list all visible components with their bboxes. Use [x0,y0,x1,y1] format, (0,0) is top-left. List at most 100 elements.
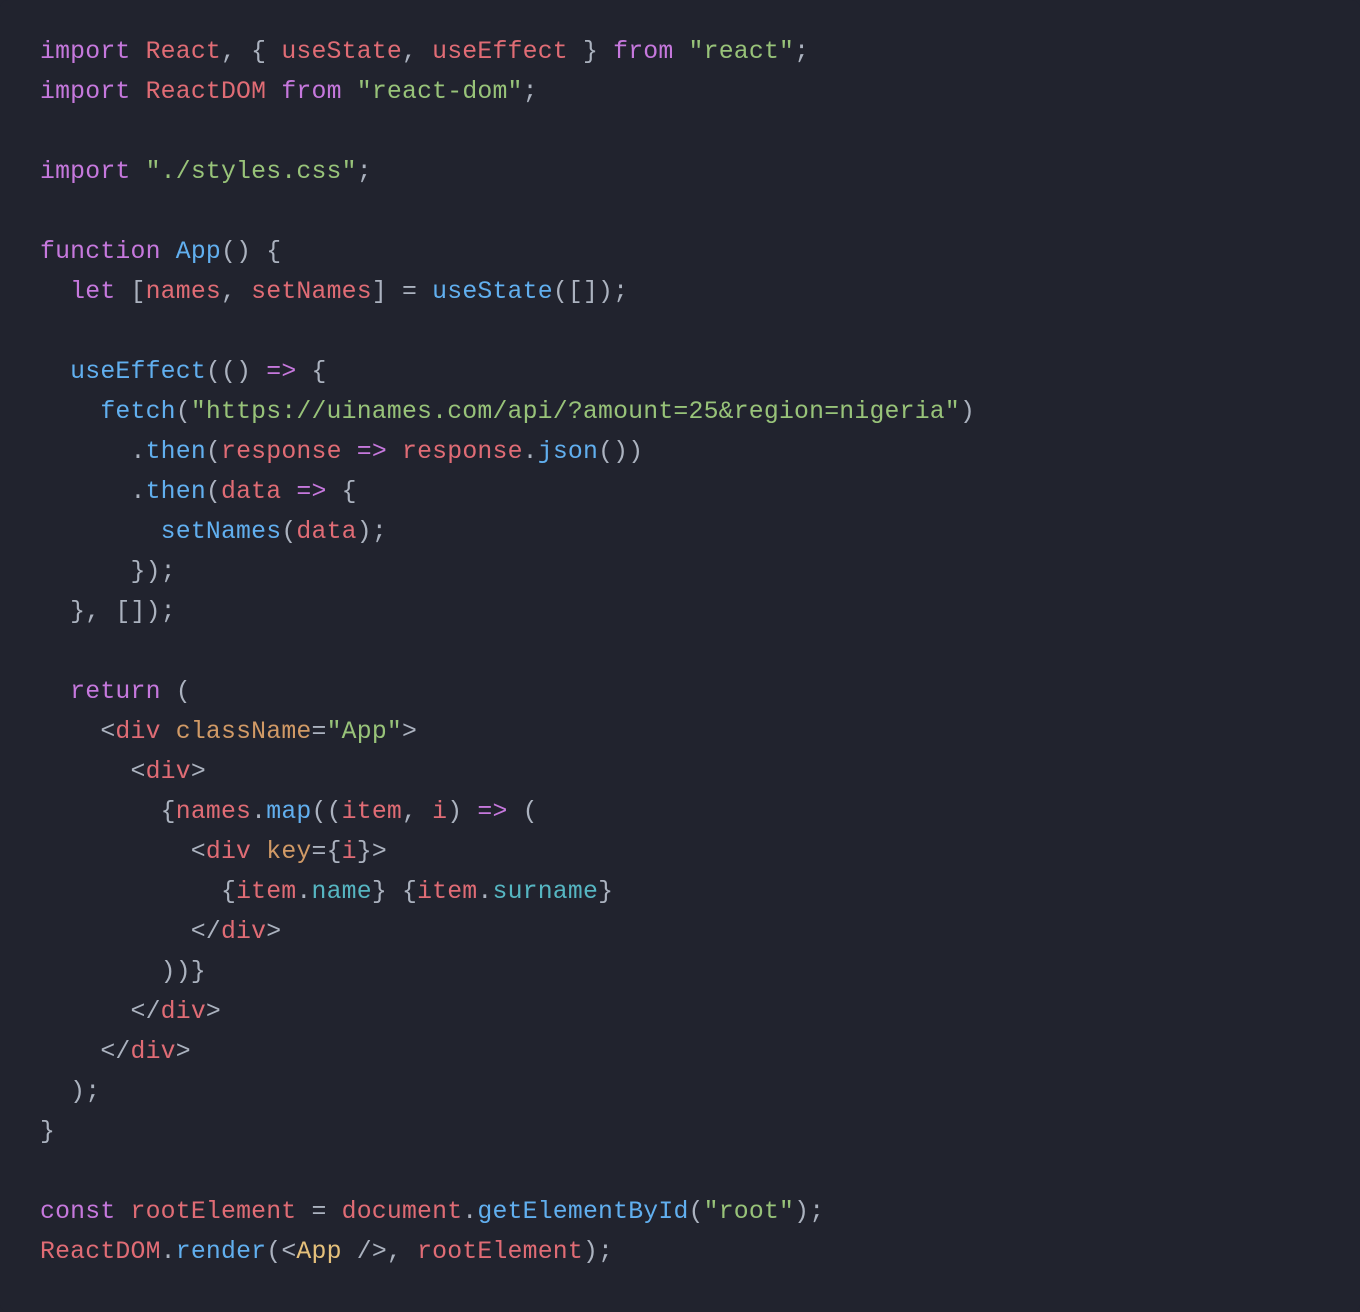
text: = [296,1198,341,1226]
jsx-tag: div [161,998,206,1026]
keyword: import [40,38,130,66]
text: > [266,918,281,946]
identifier: names [176,798,251,826]
text [40,678,70,706]
string: "react" [689,38,795,66]
text: { [327,478,357,506]
text: ( [161,678,191,706]
text: . [40,438,146,466]
code-line: useEffect(() => { [40,352,1320,392]
text: }, []); [40,598,176,626]
identifier: useState [281,38,402,66]
text: . [251,798,266,826]
text: ( [176,398,191,426]
text [281,478,296,506]
code-line: <div className="App"> [40,712,1320,752]
text: > [206,998,221,1026]
text: ()) [598,438,643,466]
jsx-attr: key [266,838,311,866]
text: ) [960,398,975,426]
identifier: i [342,838,357,866]
arrow: => [357,438,387,466]
identifier: rootElement [131,1198,297,1226]
keyword: return [70,678,160,706]
text: , [402,38,432,66]
code-line: .then(response => response.json()) [40,432,1320,472]
text [130,158,145,186]
text [161,238,176,266]
text: . [161,1238,176,1266]
code-line: function App() { [40,232,1320,272]
code-line: import "./styles.css"; [40,152,1320,192]
text: ( [206,478,221,506]
text: { [296,358,326,386]
code-line: const rootElement = document.getElementB… [40,1192,1320,1232]
text: ); [794,1198,824,1226]
text [673,38,688,66]
code-line: }); [40,552,1320,592]
keyword: import [40,158,130,186]
code-block: import React, { useState, useEffect } fr… [0,0,1360,1312]
text: } [40,1118,55,1146]
text: > [191,758,206,786]
text [161,718,176,746]
text: { [40,878,236,906]
text: [ [115,278,145,306]
text [130,78,145,106]
text: ( [206,438,221,466]
text: (( [311,798,341,826]
text: < [40,718,115,746]
text: }> [357,838,387,866]
function-name: then [146,478,206,506]
code-line: .then(data => { [40,472,1320,512]
text: < [40,838,206,866]
text [130,38,145,66]
text: . [523,438,538,466]
function-name: fetch [100,398,175,426]
function-name: then [146,438,206,466]
text [40,398,100,426]
text: ); [583,1238,613,1266]
code-line: </div> [40,912,1320,952]
text: } [568,38,613,66]
code-line [40,1152,1320,1192]
text: . [40,478,146,506]
code-line: ); [40,1072,1320,1112]
code-line: </div> [40,992,1320,1032]
text: (< [266,1238,296,1266]
text: , [221,278,251,306]
function-name: json [538,438,598,466]
text [40,518,161,546]
text: < [40,758,146,786]
code-line: fetch("https://uinames.com/api/?amount=2… [40,392,1320,432]
jsx-attr: className [176,718,312,746]
code-line: } [40,1112,1320,1152]
text [251,838,266,866]
keyword: let [70,278,115,306]
jsx-tag: div [206,838,251,866]
property: surname [492,878,598,906]
identifier: React [146,38,221,66]
text: </ [40,1038,130,1066]
identifier: data [221,478,281,506]
function-name: setNames [161,518,282,546]
text [342,78,357,106]
keyword: from [613,38,673,66]
text: />, [342,1238,417,1266]
text: (() [206,358,266,386]
string: "root" [704,1198,794,1226]
code-line: {item.name} {item.surname} [40,872,1320,912]
function-name: useEffect [70,358,206,386]
keyword: import [40,78,130,106]
code-line: }, []); [40,592,1320,632]
text: ); [40,1078,100,1106]
text: > [176,1038,191,1066]
code-line: ))} [40,952,1320,992]
text: ))} [40,958,206,986]
text: ([]); [553,278,628,306]
identifier: item [236,878,296,906]
code-line: {names.map((item, i) => ( [40,792,1320,832]
text: , { [221,38,281,66]
identifier: response [402,438,523,466]
text [387,438,402,466]
